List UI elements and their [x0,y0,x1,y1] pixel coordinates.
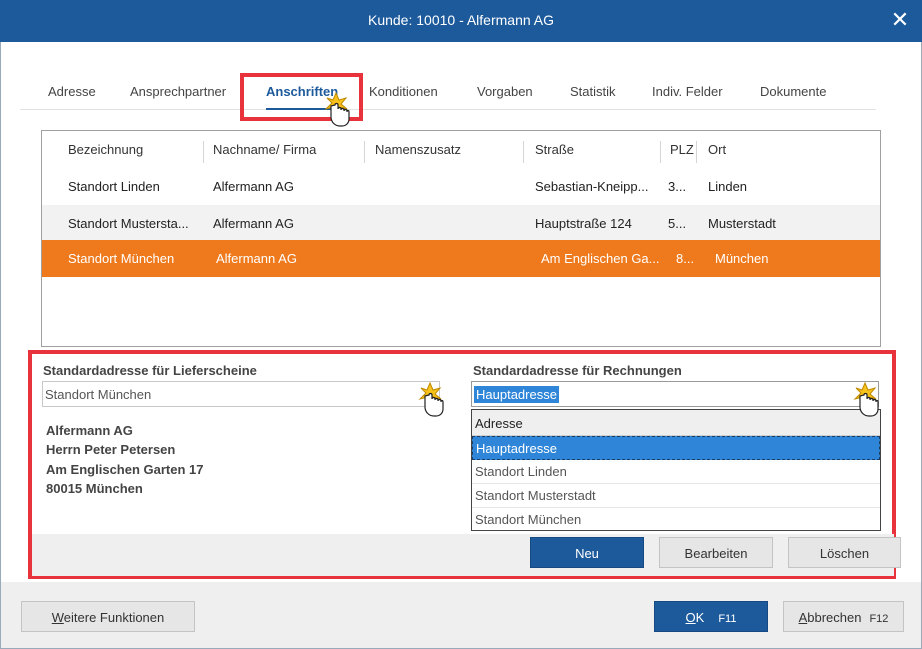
click-hand-icon [324,92,350,127]
address-line: Am Englischen Garten 17 [46,461,204,477]
address-table: Bezeichnung Nachname/ Firma Namenszusatz… [41,130,881,347]
close-icon[interactable]: ✕ [878,0,922,42]
rechnungen-dropdown-list: Adresse Hauptadresse Standort Linden Sta… [471,409,881,531]
weitere-label: eitere Funktionen [63,610,165,625]
column-header-strasse[interactable]: Straße [535,142,574,157]
ok-mnemonic: O [685,610,696,625]
tab-bar: Adresse Ansprechpartner Anschriften Kond… [20,80,876,110]
click-hand-icon [418,382,444,417]
cell-bezeichnung: Standort Mustersta... [68,216,189,231]
address-line: 80015 München [46,480,143,496]
cell-ort: München [715,251,769,266]
column-separator [660,141,661,163]
rechnungen-value: Hauptadresse [474,386,559,403]
dropdown-option-hauptadresse[interactable]: Hauptadresse [472,436,880,460]
click-hand-icon [853,382,879,417]
window-title: Kunde: 10010 - Alfermann AG [367,12,554,28]
dropdown-option-linden[interactable]: Standort Linden [472,460,880,484]
table-header: Bezeichnung Nachname/ Firma Namenszusatz… [42,131,880,168]
tab-ansprechpartner[interactable]: Ansprechpartner [130,84,226,99]
cell-firma: Alfermann AG [213,216,294,231]
ok-button[interactable]: OK F11 [654,601,768,632]
ok-shortcut: F11 [718,613,737,625]
cell-plz: 8... [676,251,695,266]
tab-konditionen[interactable]: Konditionen [369,84,438,99]
neu-button[interactable]: Neu [530,537,644,568]
cell-firma: Alfermann AG [216,251,297,266]
cell-ort: Linden [708,179,748,194]
dropdown-column-header: Adresse [472,410,880,436]
ok-label: K [695,610,705,625]
cell-strasse: Am Englischen Ga... [541,251,660,266]
cell-plz: 3... [668,179,687,194]
column-separator [696,141,697,163]
column-separator [364,141,365,163]
dropdown-option-muenchen[interactable]: Standort München [472,508,880,532]
table-row[interactable]: Standort Linden Alfermann AG Sebastian-K… [42,168,880,205]
dropdown-option-musterstadt[interactable]: Standort Musterstadt [472,484,880,508]
tab-adresse[interactable]: Adresse [48,84,96,99]
abbrechen-shortcut: F12 [869,613,889,625]
cell-bezeichnung: Standort Linden [68,179,160,194]
address-line: Alfermann AG [46,423,133,438]
column-header-plz[interactable]: PLZ [670,142,694,157]
tab-indiv-felder[interactable]: Indiv. Felder [652,84,723,99]
rechnungen-select[interactable]: Hauptadresse [471,381,879,407]
column-separator [203,141,204,163]
loeschen-button[interactable]: Löschen [788,537,901,568]
address-line: Herrn Peter Petersen [46,442,176,458]
tab-dokumente[interactable]: Dokumente [760,84,826,99]
rechnungen-label: Standardadresse für Rechnungen [473,363,682,378]
abbrechen-label: bbrechen [807,610,862,625]
weitere-mnemonic: W [51,610,64,625]
bearbeiten-button[interactable]: Bearbeiten [659,537,773,568]
abbrechen-button[interactable]: Abbrechen F12 [783,601,904,632]
abbrechen-mnemonic: A [798,610,808,625]
cell-ort: Musterstadt [708,216,776,231]
cell-bezeichnung: Standort München [68,251,175,266]
weitere-funktionen-button[interactable]: Weitere Funktionen [21,601,195,632]
column-header-namenszusatz[interactable]: Namenszusatz [375,142,461,157]
lieferscheine-label: Standardadresse für Lieferscheine [43,363,257,378]
cell-strasse: Sebastian-Kneipp... [535,179,649,194]
tab-statistik[interactable]: Statistik [570,84,616,99]
tab-vorgaben[interactable]: Vorgaben [477,84,533,99]
column-separator [523,141,524,163]
lieferscheine-select[interactable]: Standort München [42,381,440,407]
cell-firma: Alfermann AG [213,179,294,194]
cell-strasse: Hauptstraße 124 [535,216,632,231]
lieferscheine-value: Standort München [45,387,152,402]
title-bar: Kunde: 10010 - Alfermann AG ✕ [0,0,922,42]
lieferscheine-address-preview: Alfermann AG Herrn Peter Petersen Am Eng… [46,421,204,498]
table-row[interactable]: Standort Mustersta... Alfermann AG Haupt… [42,205,880,242]
column-header-firma[interactable]: Nachname/ Firma [213,142,316,157]
table-row-selected[interactable]: Standort München Alfermann AG Am Englisc… [42,240,880,277]
column-header-bezeichnung[interactable]: Bezeichnung [68,142,143,157]
column-header-ort[interactable]: Ort [708,142,726,157]
cell-plz: 5... [668,216,687,231]
